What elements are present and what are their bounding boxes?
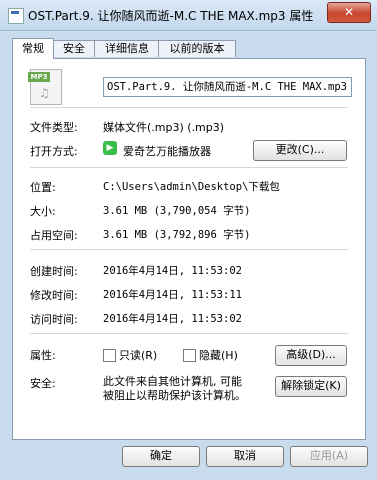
file-type-value: 媒体文件(.mp3) (.mp3) <box>103 121 225 134</box>
apply-button[interactable]: 应用(A) <box>290 446 368 467</box>
size-value: 3.61 MB (3,790,054 字节) <box>103 205 251 217</box>
modified-value: 2016年4月14日, 11:53:11 <box>103 289 242 301</box>
location-value: C:\Users\admin\Desktop\下载包 <box>103 181 280 193</box>
created-label: 创建时间: <box>30 265 78 278</box>
divider <box>30 167 348 168</box>
unblock-button[interactable]: 解除锁定(K) <box>275 376 347 397</box>
accessed-label: 访问时间: <box>30 313 78 326</box>
opens-with-value: 爱奇艺万能播放器 <box>123 145 211 158</box>
change-button[interactable]: 更改(C)... <box>253 140 347 161</box>
security-label: 安全: <box>30 377 56 390</box>
readonly-checkbox[interactable] <box>103 349 116 362</box>
created-value: 2016年4月14日, 11:53:02 <box>103 265 242 277</box>
iqiyi-player-icon: ▶ <box>103 141 117 155</box>
file-name-field[interactable]: OST.Part.9. 让你随风而逝-M.C THE MAX.mp3 <box>103 77 352 97</box>
mp3-badge: MP3 <box>28 72 50 82</box>
readonly-label[interactable]: 只读(R) <box>119 347 157 363</box>
opens-with-label: 打开方式: <box>30 145 78 158</box>
divider <box>30 249 348 250</box>
accessed-value: 2016年4月14日, 11:53:02 <box>103 313 242 325</box>
hidden-label[interactable]: 隐藏(H) <box>199 347 238 363</box>
tab-general[interactable]: 常规 <box>12 38 54 59</box>
location-label: 位置: <box>30 181 56 194</box>
tab-security[interactable]: 安全 <box>52 40 96 57</box>
size-label: 大小: <box>30 205 56 218</box>
size-on-disk-value: 3.61 MB (3,792,896 字节) <box>103 229 251 241</box>
cancel-button[interactable]: 取消 <box>206 446 284 467</box>
size-on-disk-label: 占用空间: <box>30 229 78 242</box>
security-warning-line-2: 被阻止以帮助保护该计算机。 <box>103 389 246 402</box>
tab-previous-versions[interactable]: 以前的版本 <box>158 40 236 57</box>
attributes-label: 属性: <box>30 349 56 362</box>
divider <box>30 107 348 108</box>
advanced-button[interactable]: 高级(D)... <box>275 345 347 366</box>
hidden-checkbox[interactable] <box>183 349 196 362</box>
close-button[interactable]: ✕ <box>327 2 371 23</box>
divider <box>30 333 348 334</box>
modified-label: 修改时间: <box>30 289 78 302</box>
title-bar: OST.Part.9. 让你随风而逝-M.C THE MAX.mp3 属性 ✕ <box>0 0 377 31</box>
mp3-file-icon: MP3 ♫ <box>28 69 62 105</box>
file-type-label: 文件类型: <box>30 121 78 134</box>
tab-details[interactable]: 详细信息 <box>94 40 160 57</box>
window-title: OST.Part.9. 让你随风而逝-M.C THE MAX.mp3 属性 <box>28 9 314 23</box>
ok-button[interactable]: 确定 <box>122 446 200 467</box>
file-properties-icon <box>8 8 24 24</box>
general-panel: MP3 ♫ OST.Part.9. 让你随风而逝-M.C THE MAX.mp3… <box>12 58 366 440</box>
